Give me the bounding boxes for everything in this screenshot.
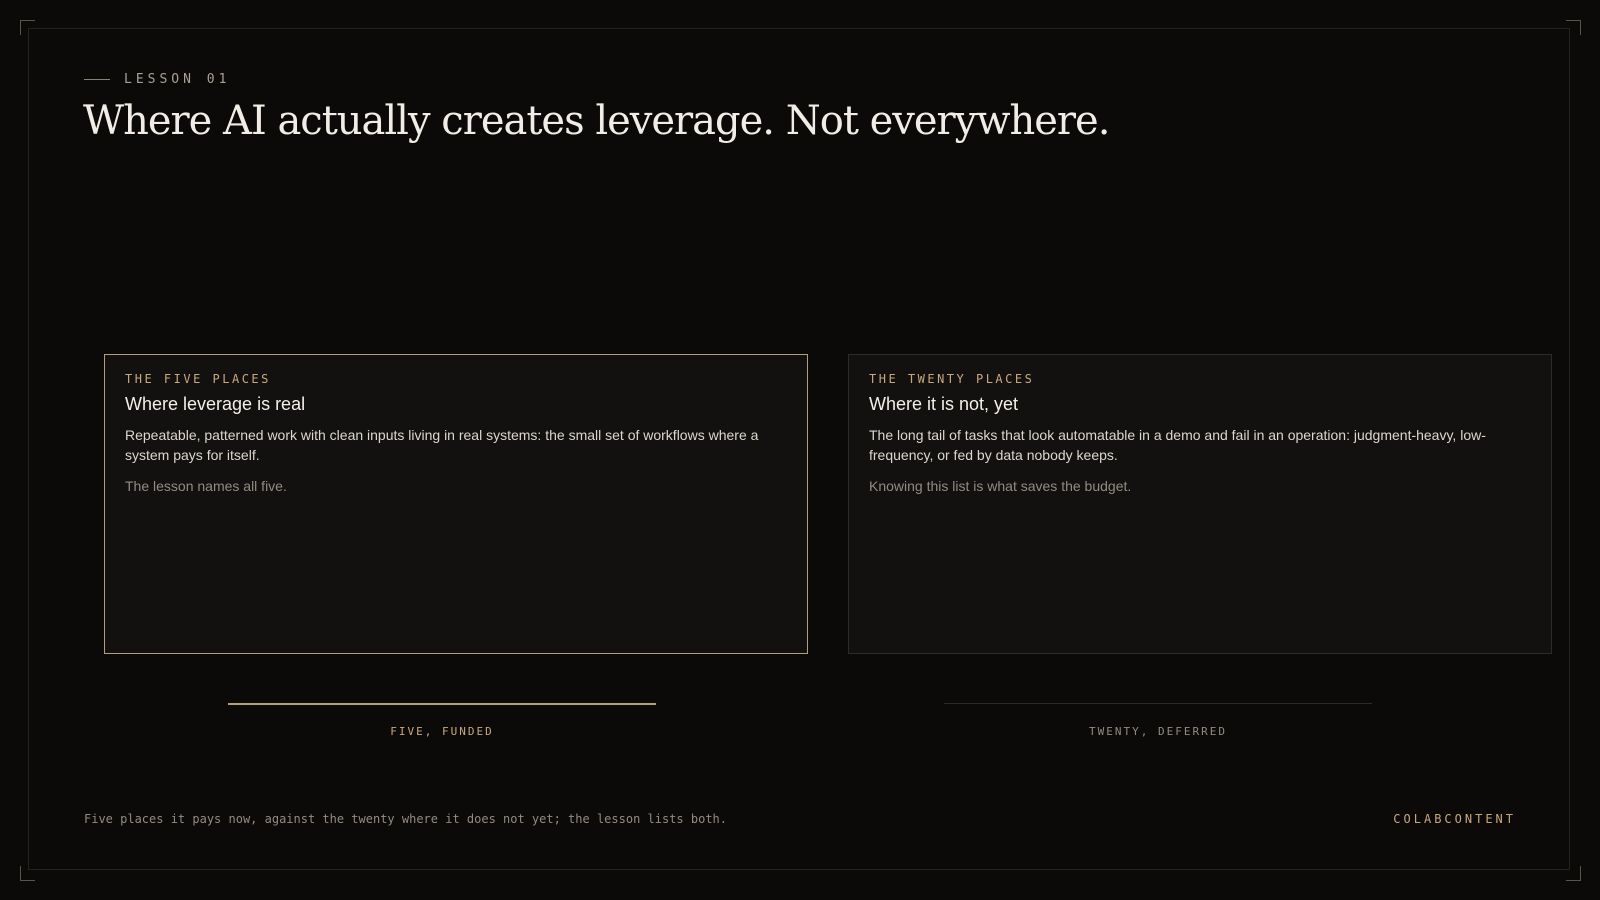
card-heading: Where leverage is real: [125, 394, 306, 414]
corner-mark-top-right: [1566, 20, 1581, 35]
funded-bar-label: FIVE, FUNDED: [390, 725, 494, 738]
card-kicker: THE FIVE PLACES: [125, 372, 271, 386]
lesson-label: LESSON 01: [124, 72, 231, 87]
corner-mark-top-left: [20, 20, 35, 35]
footer-caption: Five places it pays now, against the twe…: [84, 812, 727, 826]
lesson-eyebrow: LESSON 01: [84, 72, 230, 87]
card-five-places: THE FIVE PLACES Where leverage is real R…: [104, 354, 808, 654]
page-title: Where AI actually creates leverage. Not …: [83, 98, 1110, 144]
card-twenty-places: THE TWENTY PLACES Where it is not, yet T…: [848, 354, 1552, 654]
corner-mark-bottom-left: [20, 866, 35, 881]
card-heading: Where it is not, yet: [869, 394, 1019, 414]
card-kicker: THE TWENTY PLACES: [869, 372, 1035, 386]
card-body: The long tail of tasks that look automat…: [869, 427, 1486, 463]
card-note: Knowing this list is what saves the budg…: [869, 478, 1132, 494]
deferred-bar-label: TWENTY, DEFERRED: [1089, 725, 1227, 738]
brand-mark: COLABCONTENT: [1393, 812, 1516, 826]
card-note: The lesson names all five.: [125, 478, 287, 494]
corner-mark-bottom-right: [1566, 866, 1581, 881]
deferred-bar: [944, 703, 1372, 704]
card-body: Repeatable, patterned work with clean in…: [125, 427, 759, 463]
funded-bar: [228, 703, 656, 705]
eyebrow-rule: [84, 79, 110, 80]
